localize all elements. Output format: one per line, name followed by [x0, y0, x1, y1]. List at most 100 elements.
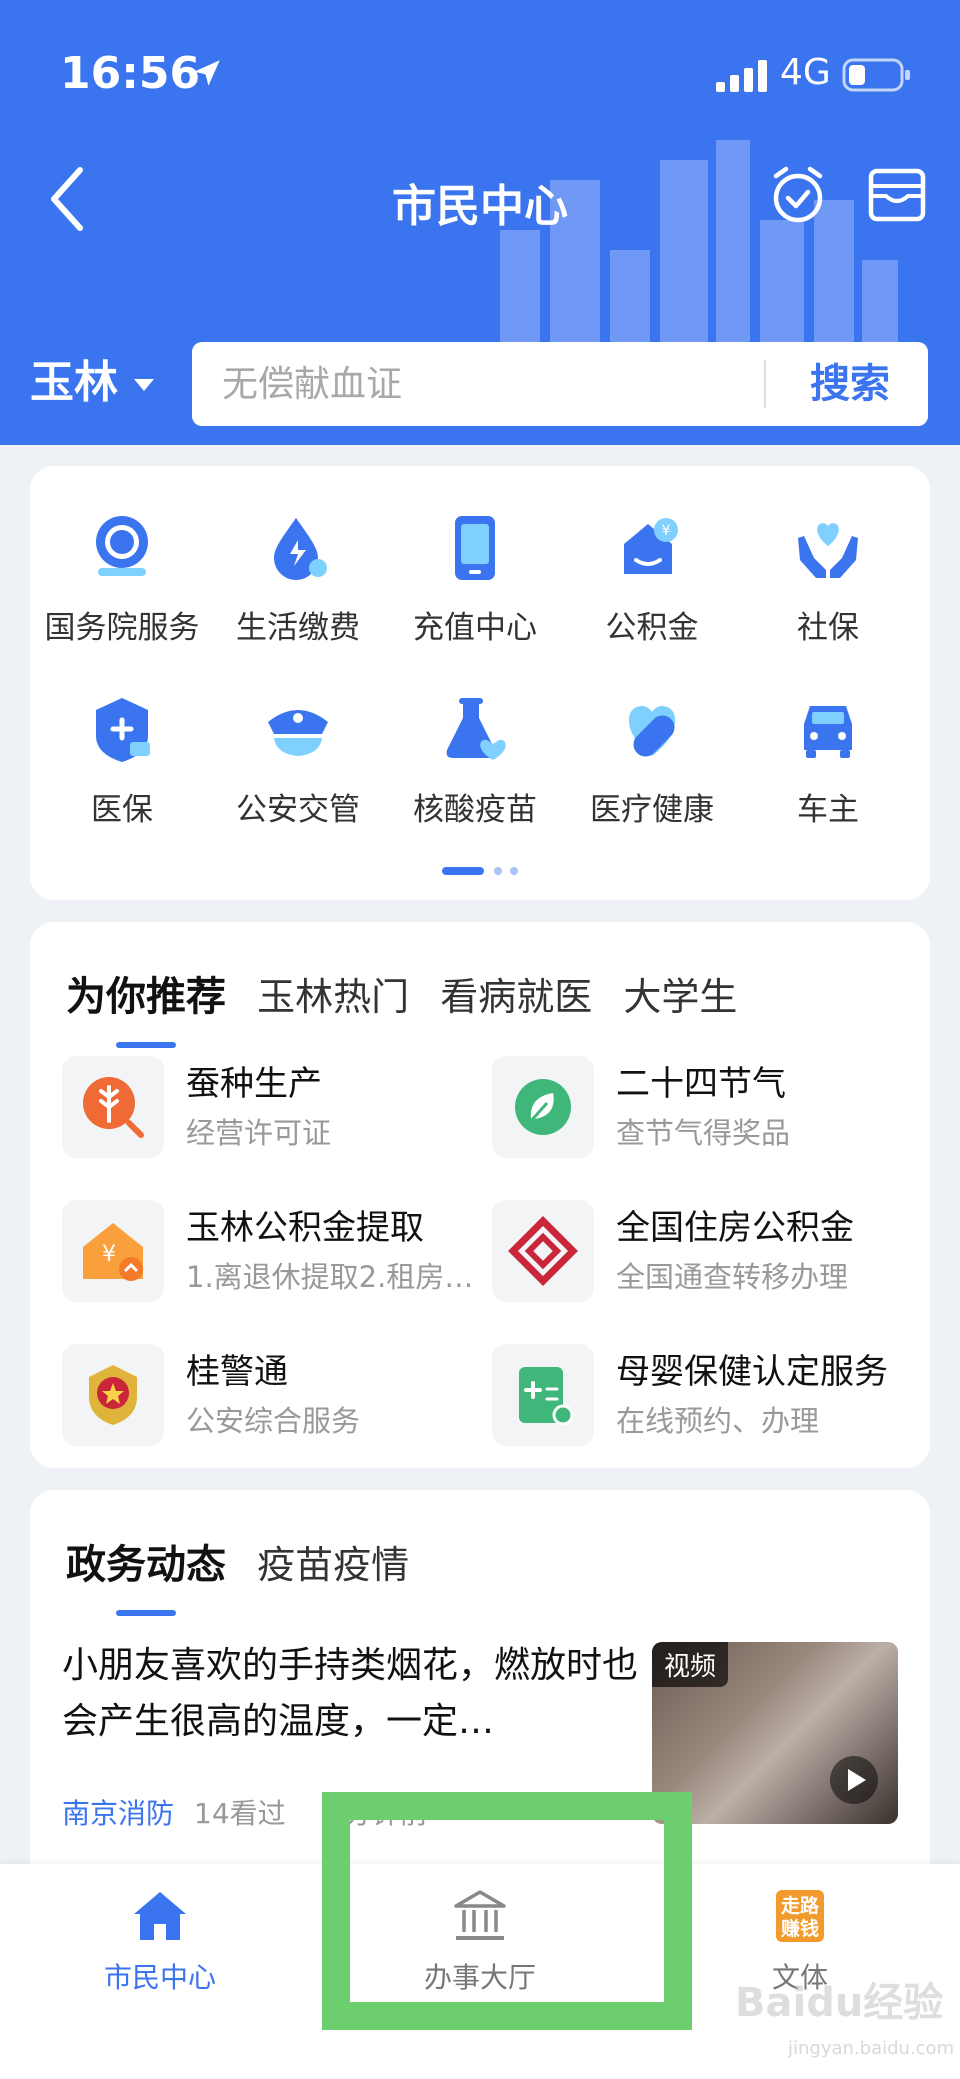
grid-item-state-council[interactable]: 国务院服务 — [34, 512, 210, 647]
grid-item-medical-insurance[interactable]: 医保 — [34, 694, 210, 829]
watermark-url: jingyan.baidu.com — [788, 2038, 955, 2059]
rec-icon-box — [492, 1200, 594, 1302]
recommend-card: 为你推荐 玉林热门 看病就医 大学生 蚕种生产 经营许可证 二十四节气 查节气得… — [30, 922, 930, 1468]
leaf-icon — [515, 1079, 571, 1135]
header: 16:56 4G 市民中心 玉林 无偿献血证 搜索 — [0, 0, 960, 445]
rec-icon-box — [492, 1056, 594, 1158]
tab-recommend[interactable]: 为你推荐 — [66, 964, 226, 1048]
svg-text:¥: ¥ — [102, 1242, 116, 1267]
rec-item-silkworm[interactable]: 蚕种生产 经营许可证 — [62, 1052, 482, 1162]
grid-item-utility-payment[interactable]: 生活缴费 — [210, 512, 386, 647]
walk-earn-bottom-text: 赚钱 — [780, 1917, 819, 1940]
police-cap-icon — [268, 710, 328, 756]
signal-icon — [716, 60, 767, 92]
search-divider — [764, 360, 766, 408]
grid-label: 公安交管 — [236, 792, 360, 828]
search-button[interactable]: 搜索 — [772, 342, 928, 426]
play-icon — [830, 1756, 878, 1804]
rec-subtitle: 查节气得奖品 — [616, 1116, 791, 1150]
grid-item-car-owner[interactable]: 车主 — [740, 694, 916, 829]
rec-title: 玉林公积金提取 — [186, 1208, 424, 1248]
video-badge: 视频 — [652, 1642, 729, 1687]
grid-item-recharge[interactable]: 充值中心 — [387, 512, 563, 647]
service-grid-card: 国务院服务 生活缴费 充值中心 ¥ 公积金 社保 医保 公安交管 核酸疫苗 医疗… — [30, 466, 930, 900]
rec-item-solar-terms[interactable]: 二十四节气 查节气得奖品 — [492, 1052, 912, 1162]
house-yuan-icon: ¥ — [83, 1223, 143, 1281]
news-views: 14看过 — [194, 1797, 286, 1830]
government-building-icon — [454, 1890, 506, 1940]
grid-label: 公积金 — [605, 610, 699, 646]
utility-payment-icon — [274, 518, 327, 580]
watermark: Baidu经验 — [735, 1980, 944, 2026]
tabbar-label: 市民中心 — [103, 1961, 216, 1994]
news-source[interactable]: 南京消防 — [62, 1797, 174, 1830]
rec-item-fund-withdraw[interactable]: ¥ 玉林公积金提取 1.离退休提取2.租房提取 — [62, 1196, 486, 1306]
tab-yulin-hot[interactable]: 玉林热门 — [257, 966, 409, 1021]
card-package-icon[interactable] — [868, 168, 926, 222]
tab-medical[interactable]: 看病就医 — [440, 966, 592, 1021]
rec-item-gui-police[interactable]: 桂警通 公安综合服务 — [62, 1340, 482, 1450]
rec-item-maternal-health[interactable]: 母婴保健认定服务 在线预约、办理 — [492, 1340, 912, 1450]
rec-subtitle: 全国通查转移办理 — [616, 1260, 849, 1294]
svg-text:¥: ¥ — [662, 523, 671, 539]
clock: 16:56 — [60, 48, 201, 99]
grid-item-social-security[interactable]: 社保 — [740, 512, 916, 647]
rec-title: 全国住房公积金 — [616, 1208, 854, 1248]
rec-title: 二十四节气 — [616, 1064, 786, 1104]
car-icon — [804, 706, 852, 758]
grid-label: 核酸疫苗 — [413, 792, 537, 828]
search-input[interactable] — [222, 358, 742, 410]
medical-record-icon — [519, 1367, 574, 1426]
rec-subtitle: 在线预约、办理 — [616, 1404, 820, 1438]
tab-vaccine[interactable]: 疫苗疫情 — [257, 1534, 409, 1589]
city-name: 玉林 — [30, 357, 118, 408]
grid-item-public-security[interactable]: 公安交管 — [210, 694, 386, 829]
caret-down-icon — [134, 379, 154, 391]
rec-title: 桂警通 — [186, 1352, 288, 1392]
tab-college[interactable]: 大学生 — [623, 966, 737, 1021]
walk-earn-icon: 走路 赚钱 — [776, 1890, 824, 1942]
rec-item-national-fund[interactable]: 全国住房公积金 全国通查转移办理 — [492, 1196, 912, 1306]
grid-label: 生活缴费 — [236, 610, 360, 646]
rec-icon-box — [492, 1344, 594, 1446]
tab-gov-news[interactable]: 政务动态 — [66, 1532, 226, 1616]
news-title[interactable]: 小朋友喜欢的手持类烟花，燃放时也会产生很高的温度，一定… — [62, 1638, 652, 1750]
housing-fund-icon: ¥ — [624, 518, 678, 574]
location-arrow-icon — [194, 60, 220, 86]
city-selector[interactable]: 玉林 — [30, 346, 154, 410]
walk-earn-top-text: 走路 — [781, 1894, 820, 1917]
rec-title: 母婴保健认定服务 — [616, 1352, 888, 1392]
grid-item-housing-fund[interactable]: ¥ 公积金 — [564, 512, 740, 647]
tabbar-citizen-center[interactable]: 市民中心 — [60, 1888, 260, 1996]
news-video-thumbnail[interactable]: 视频 — [652, 1642, 898, 1824]
search-box: 搜索 — [192, 342, 928, 426]
grid-label: 车主 — [797, 792, 859, 828]
medical-insurance-icon — [96, 698, 150, 762]
news-meta: 南京消防 14看过 8分钟前 — [62, 1792, 427, 1832]
state-council-icon — [96, 516, 148, 576]
home-icon — [134, 1892, 186, 1940]
grid-item-health[interactable]: 医疗健康 — [564, 694, 740, 829]
grid-item-nucleic-acid[interactable]: 核酸疫苗 — [387, 694, 563, 829]
close-icon[interactable] — [626, 1790, 652, 1816]
health-capsule-icon — [628, 706, 676, 757]
flask-icon — [446, 698, 506, 760]
page-indicator — [442, 867, 518, 875]
rec-subtitle: 1.离退休提取2.租房提取 — [186, 1260, 486, 1294]
tabbar-label: 办事大厅 — [423, 1961, 536, 1994]
network-type: 4G — [780, 52, 831, 93]
housing-fund-logo-icon — [508, 1216, 578, 1286]
grid-label: 医疗健康 — [590, 792, 714, 828]
wheat-search-icon — [83, 1077, 144, 1138]
rec-title: 蚕种生产 — [186, 1064, 322, 1104]
rec-subtitle: 公安综合服务 — [186, 1404, 361, 1438]
search-row: 玉林 搜索 — [0, 340, 960, 430]
phone-recharge-icon — [455, 516, 495, 580]
battery-icon — [842, 58, 910, 92]
alarm-clock-icon[interactable] — [770, 166, 826, 226]
news-tabs: 政务动态 疫苗疫情 — [66, 1532, 435, 1616]
grid-label: 医保 — [91, 792, 153, 828]
tabbar-service-hall[interactable]: 办事大厅 — [380, 1888, 580, 1996]
status-bar: 16:56 4G — [0, 0, 960, 150]
grid-label: 充值中心 — [413, 610, 537, 646]
